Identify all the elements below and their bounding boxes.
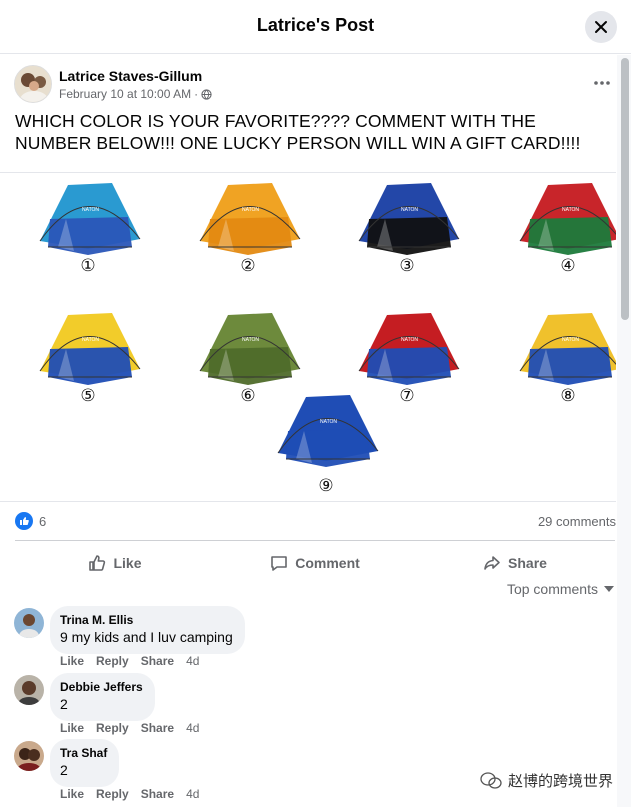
- comment-reply-link[interactable]: Reply: [96, 721, 129, 735]
- tent-brand-label: NATON: [242, 207, 259, 213]
- commenter-name[interactable]: Tra Shaf: [60, 745, 107, 761]
- comment-share-link[interactable]: Share: [141, 787, 174, 801]
- like-label: Like: [113, 555, 142, 571]
- tent-option-9: NATON ⑨: [277, 395, 379, 496]
- author-name[interactable]: Latrice Staves-Gillum: [59, 68, 202, 84]
- share-button[interactable]: Share: [415, 541, 615, 581]
- comment-text: 9 my kids and I luv camping: [60, 629, 233, 645]
- comment-time[interactable]: 4d: [186, 654, 199, 668]
- post-action-bar: Like Comment Share: [15, 540, 615, 580]
- post-meta: February 10 at 10:00 AM ·: [59, 87, 212, 101]
- like-reaction-icon: [15, 512, 33, 530]
- tent-brand-label: NATON: [82, 337, 99, 343]
- comment-bubble: Tra Shaf 2: [50, 739, 120, 787]
- tent-brand-label: NATON: [242, 337, 259, 343]
- tent-brand-label: NATON: [562, 207, 579, 213]
- scrollbar-thumb[interactable]: [621, 58, 629, 320]
- tent-number-label: ③: [399, 256, 414, 276]
- comment-bubble: Trina M. Ellis 9 my kids and I luv campi…: [50, 606, 245, 654]
- comments-count[interactable]: 29 comments: [538, 514, 616, 529]
- thumbs-up-icon: [89, 555, 106, 571]
- share-label: Share: [508, 555, 547, 571]
- close-button[interactable]: [585, 11, 617, 43]
- wechat-icon: [480, 771, 502, 789]
- dialog-title: Latrice's Post: [256, 15, 375, 35]
- comment-text: 2: [60, 762, 68, 778]
- tent-number-label: ⑦: [399, 386, 414, 406]
- comment-share-link[interactable]: Share: [141, 721, 174, 735]
- close-icon: [595, 21, 607, 33]
- tent-number-label: ⑥: [240, 386, 255, 406]
- commenter-name[interactable]: Debbie Jeffers: [60, 679, 143, 695]
- more-icon: [594, 81, 610, 85]
- comment-actions: Like Reply Share 4d: [60, 787, 199, 801]
- tent-brand-label: NATON: [401, 207, 418, 213]
- separator-dot: ·: [194, 87, 199, 101]
- author-avatar[interactable]: [14, 65, 52, 103]
- comment-label: Comment: [295, 555, 360, 571]
- comment-like-link[interactable]: Like: [60, 721, 84, 735]
- comment-time[interactable]: 4d: [186, 721, 199, 735]
- comment-actions: Like Reply Share 4d: [60, 654, 199, 668]
- tent-brand-label: NATON: [562, 337, 579, 343]
- comment-sort-dropdown[interactable]: Top comments: [507, 581, 614, 597]
- tent-option-1: NATON ①: [39, 183, 141, 276]
- tent-option-3: NATON ③: [358, 183, 460, 276]
- tent-number-label: ①: [80, 256, 95, 276]
- post-container: Latrice Staves-Gillum February 10 at 10:…: [0, 55, 616, 807]
- dialog-header: Latrice's Post: [0, 0, 631, 54]
- comment-time[interactable]: 4d: [186, 787, 199, 801]
- commenter-name[interactable]: Trina M. Ellis: [60, 612, 233, 628]
- share-icon: [484, 556, 500, 570]
- comment-icon: [271, 556, 288, 571]
- comment-actions: Like Reply Share 4d: [60, 721, 199, 735]
- tent-option-2: NATON ②: [199, 183, 301, 276]
- tent-number-label: ⑨: [318, 476, 333, 496]
- watermark-text: 赵博的跨境世界: [508, 773, 614, 790]
- comment-reply-link[interactable]: Reply: [96, 654, 129, 668]
- post-timestamp[interactable]: February 10 at 10:00 AM: [59, 87, 191, 101]
- sort-label: Top comments: [506, 581, 598, 597]
- watermark: 赵博的跨境世界: [480, 770, 613, 791]
- comment-reply-link[interactable]: Reply: [96, 787, 129, 801]
- tent-option-7: NATON ⑦: [358, 313, 460, 406]
- tent-number-label: ⑤: [80, 386, 95, 406]
- reaction-count: 6: [39, 513, 47, 529]
- tent-number-label: ②: [240, 256, 255, 276]
- globe-icon: [201, 88, 212, 100]
- tent-option-4: NATON ④: [519, 183, 616, 276]
- tent-grid-image: NATON①NATON②NATON③NATON④NATON⑤NATON⑥NATO…: [39, 183, 616, 496]
- comment-like-link[interactable]: Like: [60, 654, 84, 668]
- comment-bubble: Debbie Jeffers 2: [50, 673, 155, 721]
- tent-number-label: ⑧: [560, 386, 575, 406]
- more-options-button[interactable]: [590, 73, 614, 93]
- comment-button[interactable]: Comment: [215, 541, 415, 581]
- like-button[interactable]: Like: [15, 541, 215, 581]
- tent-option-6: NATON ⑥: [199, 313, 301, 406]
- comment-like-link[interactable]: Like: [60, 787, 84, 801]
- tent-brand-label: NATON: [320, 419, 337, 425]
- tent-option-8: NATON ⑧: [519, 313, 616, 406]
- comment-share-link[interactable]: Share: [141, 654, 174, 668]
- commenter-avatar[interactable]: [14, 608, 44, 638]
- post-text: WHICH COLOR IS YOUR FAVORITE???? COMMENT…: [15, 111, 581, 153]
- reaction-summary[interactable]: 6: [15, 510, 46, 532]
- comment-text: 2: [60, 696, 68, 712]
- caret-down-icon: [604, 586, 614, 592]
- tent-brand-label: NATON: [401, 337, 418, 343]
- tent-option-5: NATON ⑤: [39, 313, 141, 406]
- commenter-avatar[interactable]: [14, 741, 44, 771]
- commenter-avatar[interactable]: [14, 675, 44, 705]
- post-header: Latrice Staves-Gillum February 10 at 10:…: [14, 65, 614, 105]
- post-image[interactable]: NATON ① NATON ② NATON ③ NATON ④ NATON ⑤ NATON ⑥ NATO…: [0, 172, 616, 502]
- tent-brand-label: NATON: [82, 207, 99, 213]
- tent-number-label: ④: [560, 256, 575, 276]
